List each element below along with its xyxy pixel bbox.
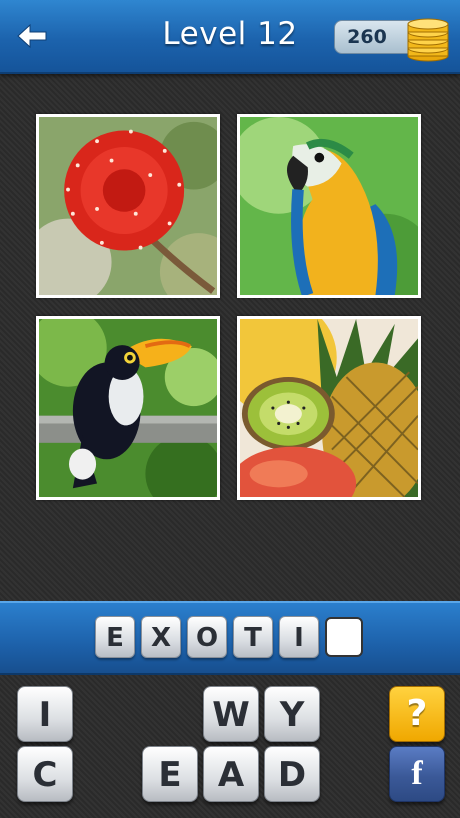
answer-tile[interactable]: E: [95, 616, 135, 658]
letter-key[interactable]: A: [203, 746, 259, 802]
letter-key[interactable]: E: [142, 746, 198, 802]
photo-toucan[interactable]: [36, 316, 220, 500]
coin-stack-icon: [404, 12, 452, 62]
answer-tile[interactable]: X: [141, 616, 181, 658]
coins-value: 260: [347, 26, 387, 48]
answer-tile[interactable]: O: [187, 616, 227, 658]
header-bar: Level 12 260: [0, 0, 460, 74]
facebook-button[interactable]: f: [389, 746, 445, 802]
answer-bar: [0, 601, 460, 675]
answer-tile[interactable]: I: [279, 616, 319, 658]
answer-tile[interactable]: T: [233, 616, 273, 658]
letter-key[interactable]: W: [203, 686, 259, 742]
photo-parrot[interactable]: [237, 114, 421, 298]
photo-tropical-fruits[interactable]: [237, 316, 421, 500]
hint-button[interactable]: ?: [389, 686, 445, 742]
letter-key[interactable]: C: [17, 746, 73, 802]
game-screen: Level 12 260 E X O T I I W Y C E A D ? f: [0, 0, 460, 818]
letter-key[interactable]: Y: [264, 686, 320, 742]
letter-key[interactable]: I: [17, 686, 73, 742]
photo-red-flower[interactable]: [36, 114, 220, 298]
answer-empty-slot[interactable]: [325, 617, 363, 657]
letter-key[interactable]: D: [264, 746, 320, 802]
